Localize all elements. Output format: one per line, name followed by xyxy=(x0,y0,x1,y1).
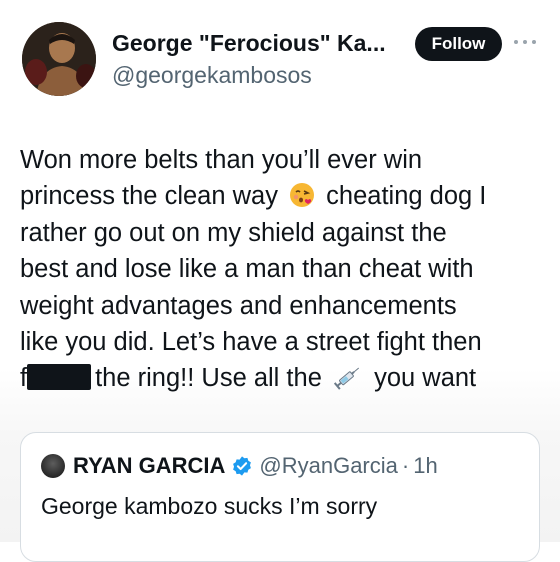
verified-badge-icon xyxy=(233,456,252,476)
quoted-author-name[interactable]: RYAN GARCIA xyxy=(73,453,225,479)
quoted-tweet-header: RYAN GARCIA @RyanGarcia · 1h xyxy=(41,453,438,479)
tweet-line: f the ring!! Use all the you want xyxy=(20,364,477,393)
quoted-author-handle[interactable]: @RyanGarcia xyxy=(259,453,398,479)
author-avatar[interactable] xyxy=(22,22,96,96)
quoted-tweet[interactable]: RYAN GARCIA @RyanGarcia · 1h George kamb… xyxy=(20,432,540,562)
follow-button[interactable]: Follow xyxy=(415,27,502,61)
redaction-bar xyxy=(27,364,92,391)
syringe-icon xyxy=(333,367,360,391)
quoted-tweet-text: George kambozo sucks I’m sorry xyxy=(41,493,378,519)
tweet-line: rather go out on my shield against the xyxy=(20,218,447,247)
tweet-line: like you did. Let’s have a street fight … xyxy=(20,327,482,356)
tweet-line: princess the clean way cheating dog I xyxy=(20,182,487,211)
quoted-timestamp[interactable]: 1h xyxy=(413,453,437,479)
tweet-line: weight advantages and enhancements xyxy=(20,291,457,320)
author-handle[interactable]: @georgekambosos xyxy=(112,62,312,89)
tweet-line: Won more belts than you’ll ever win xyxy=(20,146,423,174)
author-display-name[interactable]: George "Ferocious" Ka... xyxy=(112,30,402,57)
face-blowing-kiss-icon xyxy=(290,183,315,208)
quoted-author-avatar[interactable] xyxy=(41,454,65,478)
tweet-text: Won more belts than you’ll ever win prin… xyxy=(20,142,550,397)
tweet-line: best and lose like a man than cheat with xyxy=(20,255,474,284)
more-dots-icon[interactable] xyxy=(514,38,536,46)
boxer-photo xyxy=(22,22,96,96)
separator-dot: · xyxy=(401,453,410,478)
